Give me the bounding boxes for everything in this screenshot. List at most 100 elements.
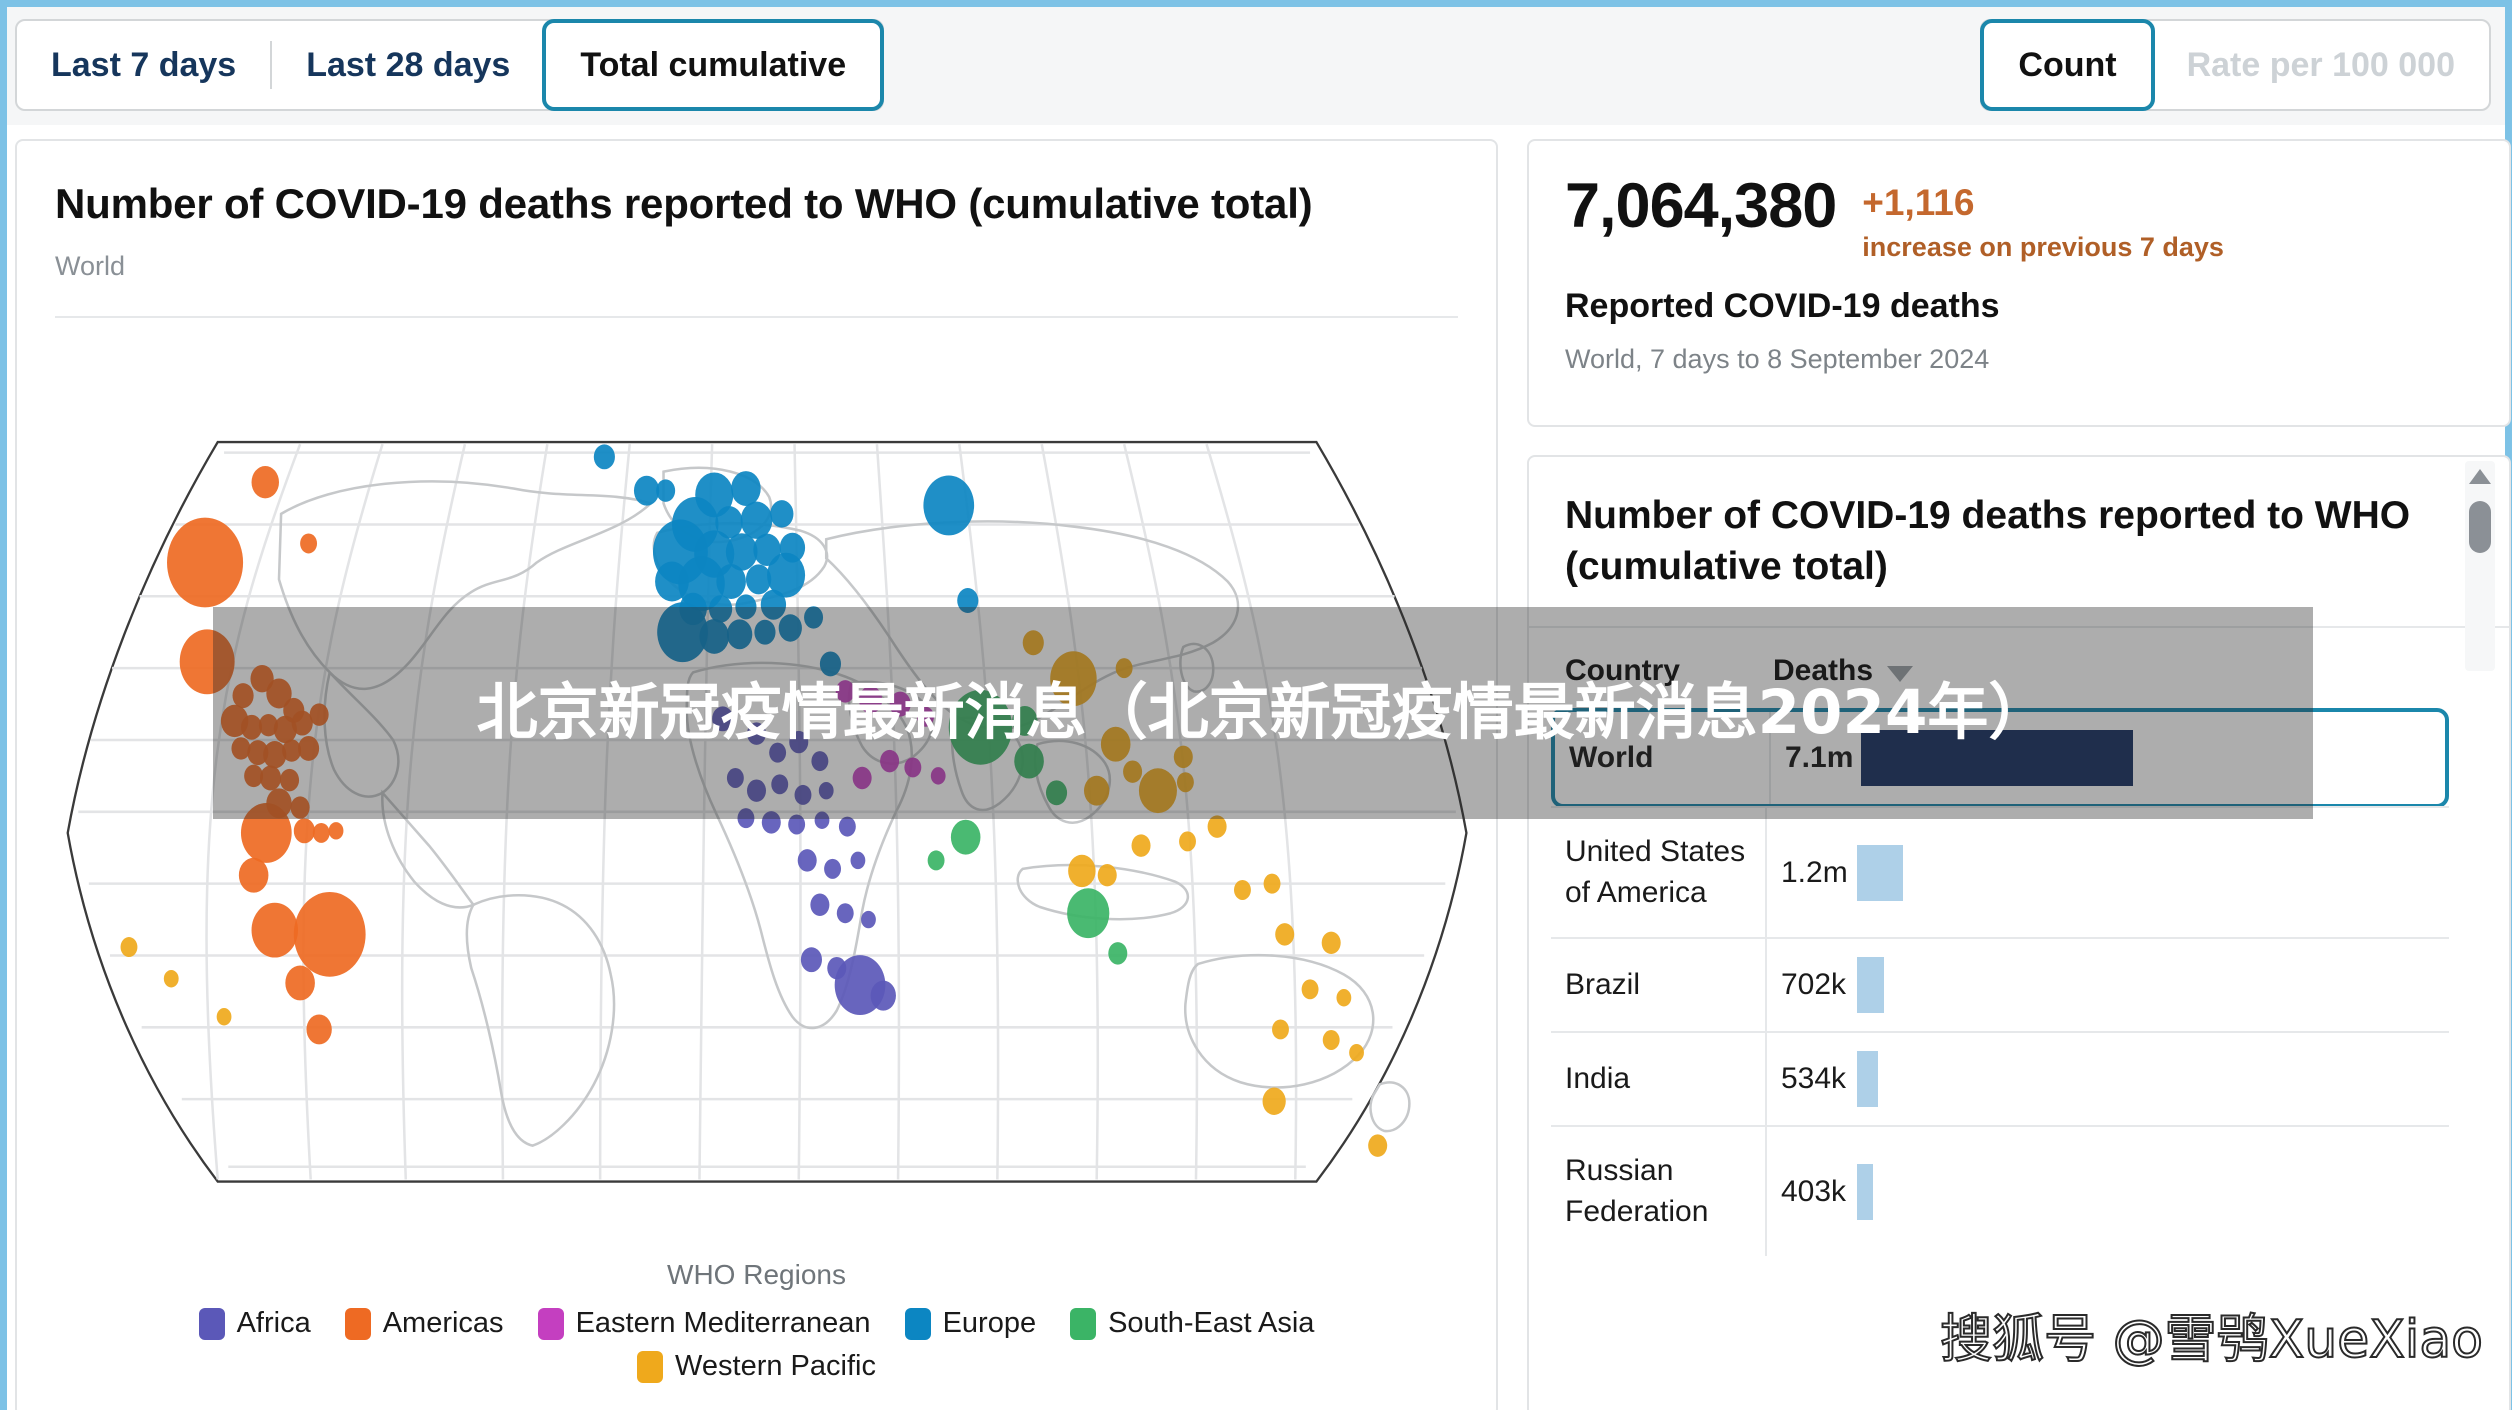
- legend-item-americas[interactable]: Americas: [344, 1307, 504, 1340]
- world-bubble-map[interactable]: [17, 318, 1496, 1238]
- map-bubble[interactable]: [923, 475, 975, 536]
- scrollbar-thumb[interactable]: [2469, 501, 2491, 553]
- map-bubble[interactable]: [930, 766, 946, 785]
- map-bubble[interactable]: [794, 784, 812, 805]
- map-bubble[interactable]: [957, 587, 979, 613]
- map-bubble[interactable]: [231, 736, 251, 760]
- table-row[interactable]: United States of America 1.2m: [1551, 806, 2449, 938]
- map-bubble[interactable]: [870, 980, 896, 1011]
- map-bubble[interactable]: [593, 444, 615, 470]
- map-bubble[interactable]: [291, 710, 313, 736]
- map-bubble[interactable]: [858, 685, 883, 714]
- map-bubble[interactable]: [769, 742, 787, 763]
- legend-item-south-east-asia[interactable]: South-East Asia: [1070, 1307, 1314, 1340]
- map-bubble[interactable]: [1067, 888, 1110, 938]
- map-bubble[interactable]: [731, 470, 761, 506]
- map-bubble[interactable]: [740, 501, 773, 539]
- map-bubble[interactable]: [1173, 745, 1193, 768]
- tab-total-cumulative[interactable]: Total cumulative: [542, 19, 885, 111]
- map-bubble[interactable]: [735, 594, 757, 620]
- map-bubble[interactable]: [251, 902, 299, 958]
- map-bubble[interactable]: [778, 614, 802, 642]
- map-bubble[interactable]: [726, 619, 753, 650]
- map-bubble[interactable]: [1368, 1134, 1388, 1157]
- map-bubble[interactable]: [312, 822, 330, 843]
- map-bubble[interactable]: [789, 730, 809, 754]
- column-header-country[interactable]: Country: [1565, 654, 1773, 688]
- map-bubble[interactable]: [1108, 941, 1128, 965]
- map-bubble[interactable]: [1336, 988, 1352, 1007]
- map-bubble[interactable]: [708, 595, 733, 623]
- map-bubble[interactable]: [800, 946, 822, 972]
- map-bubble[interactable]: [850, 851, 866, 869]
- map-bubble[interactable]: [1179, 831, 1196, 852]
- map-bubble[interactable]: [838, 816, 856, 837]
- map-bubble[interactable]: [746, 722, 767, 745]
- map-bubble[interactable]: [1272, 1019, 1289, 1040]
- map-bubble[interactable]: [771, 774, 789, 795]
- map-bubble[interactable]: [1262, 1087, 1286, 1115]
- map-bubble[interactable]: [1234, 879, 1251, 900]
- map-bubble[interactable]: [179, 629, 235, 694]
- map-bubble[interactable]: [737, 807, 755, 828]
- map-bubble[interactable]: [835, 679, 855, 703]
- map-bubble[interactable]: [290, 796, 310, 819]
- map-bubble[interactable]: [1131, 834, 1151, 857]
- map-bubble[interactable]: [306, 1014, 332, 1045]
- tab-last-28-days[interactable]: Last 28 days: [272, 21, 544, 109]
- map-bubble[interactable]: [716, 563, 746, 599]
- map-bubble[interactable]: [1275, 922, 1295, 946]
- map-bubble[interactable]: [818, 781, 834, 800]
- map-bubble[interactable]: [1022, 630, 1044, 655]
- legend-item-eastern-mediterranean[interactable]: Eastern Mediterranean: [537, 1307, 871, 1340]
- map-bubble[interactable]: [797, 848, 817, 872]
- map-bubble[interactable]: [1349, 1043, 1364, 1062]
- column-header-deaths[interactable]: Deaths: [1773, 654, 1914, 688]
- tab-rate-per-100000[interactable]: Rate per 100 000: [2153, 21, 2489, 109]
- map-bubble[interactable]: [917, 706, 934, 727]
- map-bubble[interactable]: [240, 802, 292, 863]
- legend-item-europe[interactable]: Europe: [904, 1307, 1036, 1340]
- map-bubble[interactable]: [1050, 651, 1097, 706]
- map-bubble[interactable]: [1123, 760, 1143, 783]
- map-bubble[interactable]: [950, 819, 981, 855]
- map-bubble[interactable]: [699, 618, 730, 654]
- map-bubble[interactable]: [1100, 726, 1131, 762]
- map-bubble[interactable]: [746, 779, 767, 802]
- map-bubble[interactable]: [1045, 780, 1068, 806]
- map-bubble[interactable]: [259, 765, 282, 791]
- map-bubble[interactable]: [1176, 772, 1194, 792]
- map-bubble[interactable]: [232, 682, 254, 708]
- map-bubble[interactable]: [904, 757, 922, 778]
- map-bubble[interactable]: [810, 893, 830, 916]
- legend-item-africa[interactable]: Africa: [198, 1307, 311, 1340]
- map-bubble[interactable]: [293, 818, 315, 844]
- map-bubble[interactable]: [948, 689, 1013, 765]
- map-bubble[interactable]: [814, 811, 830, 829]
- table-scrollbar[interactable]: [2465, 461, 2495, 671]
- map-bubble[interactable]: [770, 499, 794, 528]
- map-bubble[interactable]: [1097, 863, 1117, 887]
- map-bubble[interactable]: [216, 1007, 232, 1026]
- map-bubble[interactable]: [824, 858, 842, 879]
- map-bubble[interactable]: [760, 589, 787, 620]
- table-row[interactable]: Russian Federation 403k: [1551, 1125, 2449, 1257]
- map-bubble[interactable]: [1207, 815, 1227, 838]
- map-bubble[interactable]: [163, 969, 179, 988]
- sort-descending-icon[interactable]: [1887, 666, 1914, 683]
- map-bubble[interactable]: [293, 891, 366, 977]
- map-bubble[interactable]: [1014, 743, 1044, 779]
- map-bubble[interactable]: [1012, 705, 1038, 736]
- map-bubble[interactable]: [1322, 1029, 1340, 1050]
- map-bubble[interactable]: [309, 703, 329, 726]
- map-bubble[interactable]: [927, 850, 945, 871]
- map-bubble[interactable]: [804, 605, 824, 629]
- table-row[interactable]: India 534k: [1551, 1031, 2449, 1126]
- map-bubble[interactable]: [880, 749, 900, 773]
- map-bubble[interactable]: [167, 517, 244, 608]
- map-bubble[interactable]: [1321, 931, 1341, 954]
- map-bubble[interactable]: [861, 910, 876, 929]
- map-bubble[interactable]: [1115, 657, 1133, 678]
- tab-count[interactable]: Count: [1980, 19, 2155, 111]
- tab-last-7-days[interactable]: Last 7 days: [17, 21, 270, 109]
